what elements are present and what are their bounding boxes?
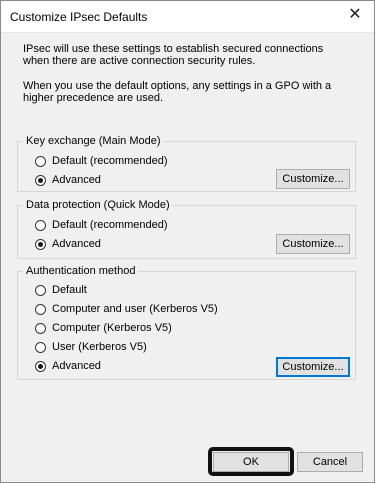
intro-line: IPsec will use these settings to establi…	[23, 43, 324, 55]
authentication-legend: Authentication method	[23, 265, 139, 278]
intro-text-1: IPsec will use these settings to establi…	[23, 43, 363, 67]
intro-line: higher precedence are used.	[23, 92, 164, 104]
intro-line: when there are active connection securit…	[23, 55, 256, 67]
cancel-button[interactable]: Cancel	[297, 452, 363, 472]
intro-text-2: When you use the default options, any se…	[23, 80, 363, 104]
radio-label: Default	[52, 284, 87, 296]
key-exchange-legend: Key exchange (Main Mode)	[23, 135, 164, 148]
radio-label: User (Kerberos V5)	[52, 341, 147, 353]
data-protection-advanced-radio[interactable]: Advanced	[35, 237, 101, 251]
intro-line: When you use the default options, any se…	[23, 80, 332, 92]
radio-button-icon	[35, 322, 46, 334]
customize-ipsec-dialog: Customize IPsec Defaults ✕ IPsec will us…	[0, 0, 375, 483]
key-exchange-group: Key exchange (Main Mode) Default (recomm…	[17, 135, 356, 192]
radio-label: Default (recommended)	[52, 155, 168, 167]
title-bar: Customize IPsec Defaults ✕	[1, 1, 374, 33]
radio-button-icon	[35, 303, 46, 315]
data-protection-default-radio[interactable]: Default (recommended)	[35, 218, 168, 232]
radio-label: Default (recommended)	[52, 219, 168, 231]
radio-button-selected-icon	[35, 238, 46, 250]
auth-default-radio[interactable]: Default	[35, 283, 87, 297]
key-exchange-customize-button[interactable]: Customize...	[276, 169, 350, 189]
auth-advanced-radio[interactable]: Advanced	[35, 359, 101, 373]
data-protection-legend: Data protection (Quick Mode)	[23, 199, 173, 212]
radio-button-icon	[35, 284, 46, 296]
authentication-method-group: Authentication method Default Computer a…	[17, 265, 356, 380]
data-protection-customize-button[interactable]: Customize...	[276, 234, 350, 254]
radio-label: Computer (Kerberos V5)	[52, 322, 172, 334]
auth-customize-button[interactable]: Customize...	[276, 357, 350, 377]
data-protection-group: Data protection (Quick Mode) Default (re…	[17, 199, 356, 259]
auth-computer-radio[interactable]: Computer (Kerberos V5)	[35, 321, 172, 335]
radio-label: Computer and user (Kerberos V5)	[52, 303, 218, 315]
radio-label: Advanced	[52, 174, 101, 186]
auth-computer-and-user-radio[interactable]: Computer and user (Kerberos V5)	[35, 302, 218, 316]
radio-button-selected-icon	[35, 174, 46, 186]
key-exchange-advanced-radio[interactable]: Advanced	[35, 173, 101, 187]
radio-label: Advanced	[52, 360, 101, 372]
radio-button-icon	[35, 155, 46, 167]
radio-button-selected-icon	[35, 360, 46, 372]
ok-button[interactable]: OK	[213, 452, 289, 472]
close-icon[interactable]: ✕	[344, 4, 366, 26]
auth-user-radio[interactable]: User (Kerberos V5)	[35, 340, 147, 354]
radio-button-icon	[35, 341, 46, 353]
key-exchange-default-radio[interactable]: Default (recommended)	[35, 154, 168, 168]
window-title: Customize IPsec Defaults	[10, 10, 148, 24]
radio-label: Advanced	[52, 238, 101, 250]
radio-button-icon	[35, 219, 46, 231]
